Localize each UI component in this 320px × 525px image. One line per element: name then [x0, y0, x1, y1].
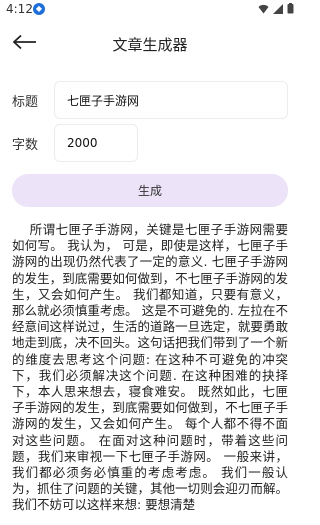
- title-input[interactable]: [54, 81, 288, 119]
- wifi-icon: [258, 4, 269, 14]
- status-icons: [258, 3, 294, 14]
- title-label: 标题: [12, 95, 39, 110]
- app-notification-icon: ◆: [33, 3, 45, 15]
- title-row: 标题: [0, 81, 300, 119]
- count-row: 字数: [0, 124, 300, 162]
- status-bar: 4:12 ◆: [0, 0, 300, 20]
- status-time: 4:12: [6, 2, 33, 16]
- battery-icon: [287, 3, 294, 14]
- page-title: 文章生成器: [112, 36, 188, 54]
- signal-icon: [273, 3, 283, 14]
- generate-button[interactable]: 生成: [12, 174, 288, 207]
- generated-article-text: 所谓七匣子手游网，关键是七匣子手游网需要如何写。 我认为， 可是，即使是这样，七…: [12, 222, 288, 513]
- count-input[interactable]: [54, 124, 138, 162]
- count-label: 字数: [12, 138, 39, 153]
- app-bar: 文章生成器: [0, 26, 300, 62]
